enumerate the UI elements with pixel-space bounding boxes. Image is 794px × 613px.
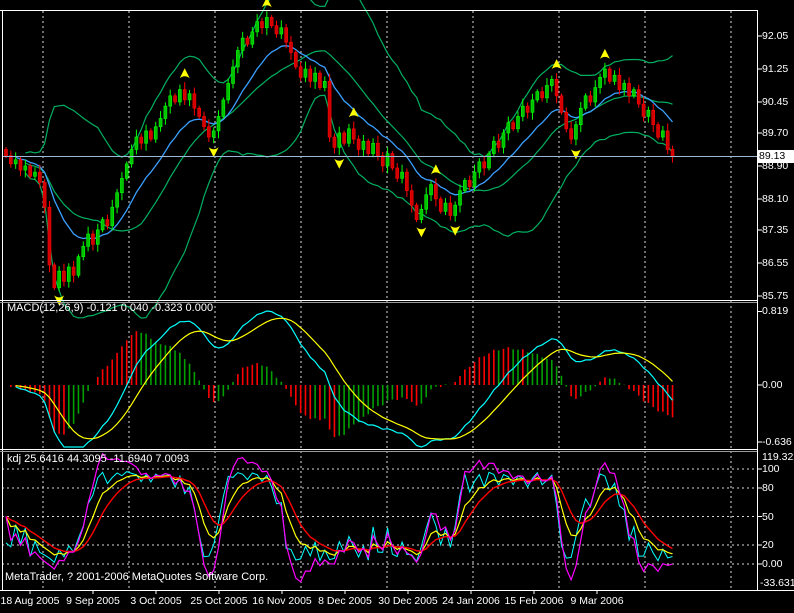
time-axis-label: 9 Sep 2005 bbox=[66, 595, 120, 607]
time-axis-label: 15 Feb 2006 bbox=[505, 595, 564, 607]
kdj-panel bbox=[6, 454, 673, 582]
fractal-up-arrow-icon bbox=[262, 0, 272, 7]
kdj-min-label: -33.6312 bbox=[760, 577, 794, 589]
fractal-down-arrow-icon bbox=[571, 149, 581, 159]
fractal-down-arrow-icon bbox=[334, 159, 344, 169]
kdj-name: kdj bbox=[7, 453, 21, 465]
price-tick-label: 85.75 bbox=[762, 290, 788, 302]
time-axis-label: 18 Aug 2005 bbox=[1, 595, 60, 607]
time-axis-label: 24 Jan 2006 bbox=[442, 595, 500, 607]
macd-indicator-label: MACD(12,26,9) -0.121 0.040 -0.323 0.000 bbox=[7, 302, 213, 314]
time-axis-label: 16 Nov 2005 bbox=[252, 595, 312, 607]
price-tick-label: 86.55 bbox=[762, 257, 788, 269]
price-tick-label: 87.35 bbox=[762, 224, 788, 236]
kdj-tick-label: 50 bbox=[762, 511, 774, 523]
macd-values: -0.121 0.040 -0.323 0.000 bbox=[86, 302, 213, 314]
kdj-max-label: 119.322 bbox=[762, 451, 794, 463]
fractal-down-arrow-icon bbox=[209, 147, 219, 157]
fractal-up-arrow-icon bbox=[431, 164, 441, 174]
kdj-tick-label: 20 bbox=[762, 539, 774, 551]
fractal-up-arrow-icon bbox=[349, 107, 359, 117]
price-tick-label: 88.90 bbox=[762, 160, 788, 172]
copyright-text: MetaTrader, ? 2001-2006 MetaQuotes Softw… bbox=[5, 571, 268, 583]
metatrader-chart-window: MACD(12,26,9) -0.121 0.040 -0.323 0.000 … bbox=[0, 0, 794, 613]
kdj-indicator-label: kdj 25.6416 44.3095 -11.6940 7.0093 bbox=[7, 453, 189, 465]
fractal-up-arrow-icon bbox=[600, 49, 610, 59]
macd-panel bbox=[6, 311, 673, 447]
time-axis-label: 25 Oct 2005 bbox=[190, 595, 247, 607]
fractal-up-arrow-icon bbox=[180, 68, 190, 78]
kdj-tick-label: 80 bbox=[762, 482, 774, 494]
price-tick-label: 88.10 bbox=[762, 193, 788, 205]
fractal-arrow-signals bbox=[54, 0, 610, 305]
time-axis-label: 8 Dec 2005 bbox=[318, 595, 372, 607]
kdj-values: 25.6416 44.3095 -11.6940 7.0093 bbox=[24, 453, 189, 465]
time-axis-label: 9 Mar 2006 bbox=[570, 595, 623, 607]
price-tick-label: 91.25 bbox=[762, 63, 788, 75]
price-tick-label: 90.45 bbox=[762, 96, 788, 108]
time-axis-label: 30 Dec 2005 bbox=[378, 595, 438, 607]
time-axis-label: 3 Oct 2005 bbox=[130, 595, 181, 607]
macd-tick-label: 0.00 bbox=[762, 379, 782, 391]
kdj-tick-label: 0.00 bbox=[762, 558, 782, 570]
fractal-down-arrow-icon bbox=[450, 226, 460, 236]
macd-name: MACD(12,26,9) bbox=[7, 302, 83, 314]
price-tick-label: 89.70 bbox=[762, 127, 788, 139]
macd-tick-label: -0.636 bbox=[762, 436, 792, 448]
macd-tick-label: 0.819 bbox=[762, 305, 788, 317]
fractal-down-arrow-icon bbox=[416, 227, 426, 237]
bollinger-bands bbox=[25, 0, 672, 318]
kdj-tick-label: 100 bbox=[762, 463, 780, 475]
price-tick-label: 92.05 bbox=[762, 30, 788, 42]
